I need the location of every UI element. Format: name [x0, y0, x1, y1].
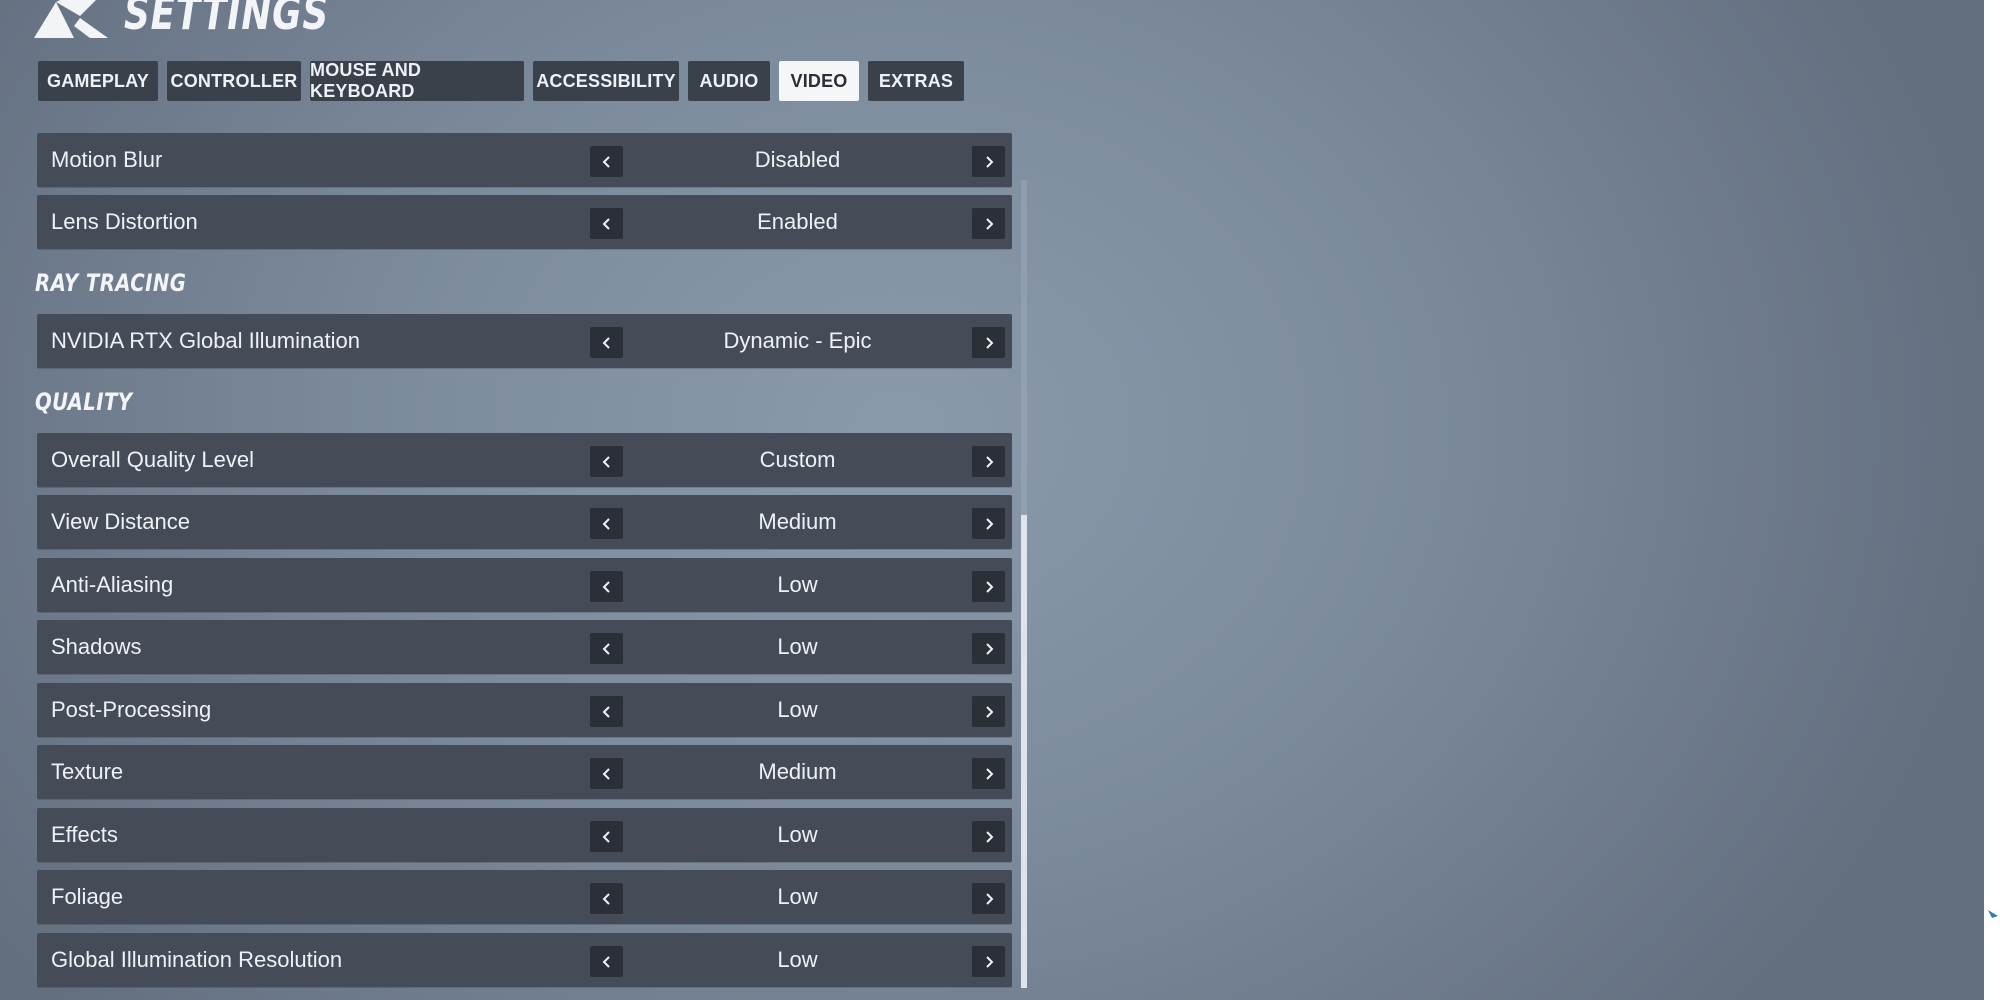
setting-row-rtx-global-illumination[interactable]: NVIDIA RTX Global Illumination Dynamic -… — [37, 314, 1012, 368]
chevron-left-icon[interactable] — [590, 571, 623, 602]
setting-row-shadows[interactable]: Shadows Low — [37, 620, 1012, 674]
settings-tab-bar: GAMEPLAY CONTROLLER MOUSE AND KEYBOARD A… — [38, 60, 973, 101]
chevron-right-icon[interactable] — [972, 208, 1005, 239]
chevron-right-icon[interactable] — [972, 633, 1005, 664]
chevron-left-icon[interactable] — [590, 446, 623, 477]
setting-value: Low — [777, 634, 818, 659]
setting-value: Dynamic - Epic — [723, 328, 872, 353]
chevron-left-icon[interactable] — [590, 327, 623, 358]
setting-value: Custom — [759, 447, 836, 472]
section-header-ray-tracing: RAY TRACING — [35, 269, 187, 297]
tab-video[interactable]: VIDEO — [779, 61, 859, 101]
setting-value: Low — [777, 884, 818, 909]
chevron-right-icon[interactable] — [972, 758, 1005, 789]
tab-accessibility[interactable]: ACCESSIBILITY — [533, 61, 679, 101]
chevron-left-icon[interactable] — [590, 146, 623, 177]
setting-row-motion-blur[interactable]: Motion Blur Disabled — [37, 133, 1012, 187]
chevron-left-icon[interactable] — [590, 946, 623, 977]
setting-label: Texture — [51, 759, 124, 784]
tab-gameplay[interactable]: GAMEPLAY — [38, 61, 158, 101]
setting-row-overall-quality-level[interactable]: Overall Quality Level Custom — [37, 433, 1012, 487]
setting-value: Disabled — [754, 147, 841, 172]
chevron-right-icon[interactable] — [972, 146, 1005, 177]
setting-label: Lens Distortion — [51, 209, 198, 234]
setting-label: Anti-Aliasing — [51, 572, 174, 597]
game-logo-icon — [34, 0, 108, 38]
setting-row-lens-distortion[interactable]: Lens Distortion Enabled — [37, 195, 1012, 249]
setting-value: Low — [777, 572, 818, 597]
setting-label: Post-Processing — [51, 697, 212, 722]
chevron-right-icon[interactable] — [972, 571, 1005, 602]
tab-mouse-and-keyboard[interactable]: MOUSE AND KEYBOARD — [310, 60, 524, 101]
setting-value: Low — [777, 697, 818, 722]
setting-row-global-illumination-resolution[interactable]: Global Illumination Resolution Low — [37, 933, 1012, 987]
setting-label: Effects — [51, 822, 118, 847]
setting-value: Enabled — [757, 209, 838, 234]
tab-extras[interactable]: EXTRAS — [868, 61, 964, 101]
chevron-left-icon[interactable] — [590, 758, 623, 789]
chevron-left-icon[interactable] — [590, 508, 623, 539]
window-edge — [1984, 0, 2000, 1000]
setting-label: Global Illumination Resolution — [51, 947, 343, 972]
setting-row-post-processing[interactable]: Post-Processing Low — [37, 683, 1012, 737]
setting-row-effects[interactable]: Effects Low — [37, 808, 1012, 862]
chevron-left-icon[interactable] — [590, 821, 623, 852]
page-title: SETTINGS — [124, 0, 330, 40]
setting-label: Overall Quality Level — [51, 447, 254, 472]
setting-value: Medium — [758, 509, 837, 534]
page-header: SETTINGS — [34, 0, 387, 40]
chevron-right-icon[interactable] — [972, 327, 1005, 358]
setting-label: NVIDIA RTX Global Illumination — [51, 328, 360, 353]
chevron-left-icon[interactable] — [590, 633, 623, 664]
chevron-left-icon[interactable] — [590, 883, 623, 914]
setting-row-texture[interactable]: Texture Medium — [37, 745, 1012, 799]
setting-row-view-distance[interactable]: View Distance Medium — [37, 495, 1012, 549]
setting-label: Motion Blur — [51, 147, 163, 172]
setting-value: Low — [777, 822, 818, 847]
cursor-fragment-icon — [1988, 910, 1998, 918]
chevron-left-icon[interactable] — [590, 696, 623, 727]
setting-row-foliage[interactable]: Foliage Low — [37, 870, 1012, 924]
setting-label: Shadows — [51, 634, 142, 659]
tab-controller[interactable]: CONTROLLER — [167, 61, 301, 101]
chevron-right-icon[interactable] — [972, 946, 1005, 977]
chevron-right-icon[interactable] — [972, 883, 1005, 914]
setting-label: View Distance — [51, 509, 190, 534]
setting-value: Medium — [758, 759, 837, 784]
chevron-right-icon[interactable] — [972, 446, 1005, 477]
setting-label: Foliage — [51, 884, 124, 909]
setting-value: Low — [777, 947, 818, 972]
chevron-right-icon[interactable] — [972, 821, 1005, 852]
chevron-left-icon[interactable] — [590, 208, 623, 239]
scrollbar-thumb[interactable] — [1021, 515, 1027, 988]
setting-row-anti-aliasing[interactable]: Anti-Aliasing Low — [37, 558, 1012, 612]
chevron-right-icon[interactable] — [972, 508, 1005, 539]
tab-audio[interactable]: AUDIO — [688, 61, 770, 101]
chevron-right-icon[interactable] — [972, 696, 1005, 727]
section-header-quality: QUALITY — [35, 388, 133, 416]
